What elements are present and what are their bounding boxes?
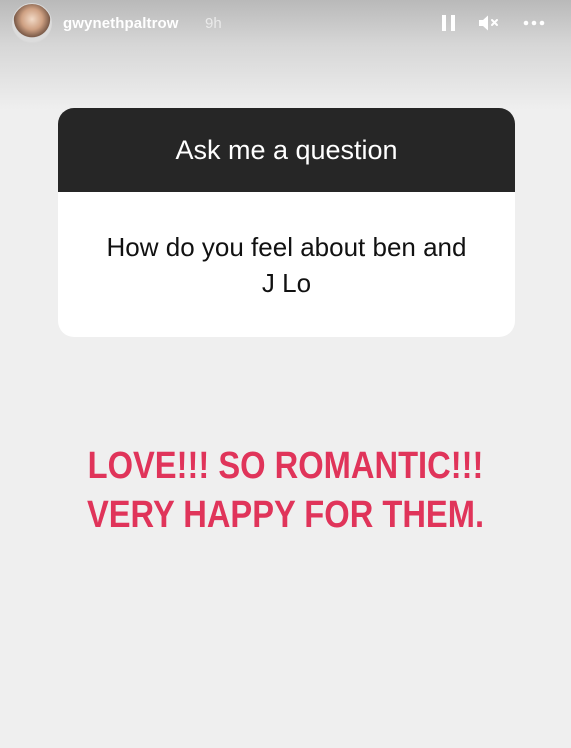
post-time: 9h (205, 15, 222, 32)
question-sticker[interactable]: Ask me a question How do you feel about … (58, 108, 515, 337)
question-text: How do you feel about ben and J Lo (106, 231, 467, 298)
question-title: Ask me a question (58, 108, 515, 192)
story-header: gwynethpaltrow 9h (0, 0, 571, 50)
pause-icon[interactable] (442, 15, 456, 31)
username[interactable]: gwynethpaltrow (63, 15, 179, 32)
answer-line-1: LOVE!!! SO ROMANTIC!!! (87, 445, 484, 487)
answer-line-2: VERY HAPPY FOR THEM. (86, 494, 485, 536)
answer-text: LOVE!!! SO ROMANTIC!!! VERY HAPPY FOR TH… (57, 442, 514, 540)
avatar[interactable] (12, 3, 52, 43)
more-icon[interactable] (522, 15, 546, 31)
mute-icon[interactable] (478, 14, 500, 32)
